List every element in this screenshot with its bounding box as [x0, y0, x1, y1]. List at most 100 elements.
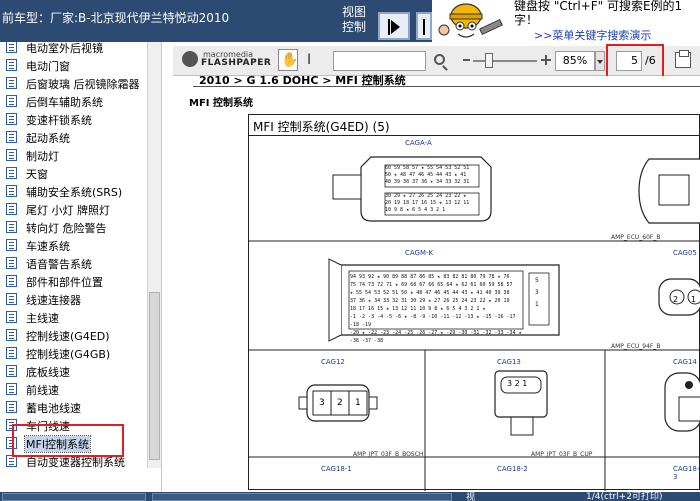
sidebar-item[interactable]: 变速杆锁系统 — [0, 110, 150, 128]
pin-number: 3 — [319, 398, 325, 408]
document-view: 2010 > G 1.6 DOHC > MFI 控制系统 MFI 控制系统 MF… — [173, 74, 700, 491]
sidebar-item[interactable]: 转向灯 危险警告 — [0, 218, 150, 236]
hint-text: 字！ — [514, 13, 539, 27]
document-icon — [6, 167, 17, 179]
document-icon — [6, 347, 17, 359]
hand-tool-icon[interactable] — [278, 49, 298, 71]
pin-grid: 60 59 58 57 ★ 55 54 53 52 51 50 ★ 48 47 … — [385, 165, 470, 185]
pin-number: 2 — [337, 398, 343, 408]
zoom-out-icon[interactable] — [463, 59, 470, 61]
search-input[interactable] — [333, 51, 426, 71]
sidebar-item[interactable]: 主线速 — [0, 308, 150, 326]
sidebar-item[interactable]: 底板线速 — [0, 362, 150, 380]
worker-mascot-icon — [432, 0, 512, 42]
next-page-button[interactable] — [378, 12, 410, 40]
sidebar-item-label: 控制线速(G4GB) — [26, 348, 111, 361]
sidebar-item-label: 蓄电池线速 — [26, 402, 81, 415]
document-icon — [6, 383, 17, 395]
document-icon — [6, 131, 17, 143]
scrollbar-thumb[interactable] — [149, 292, 160, 460]
connector-label: CAG18-1 — [321, 465, 352, 473]
text-select-icon[interactable]: I — [307, 52, 313, 68]
connector-label: CAG18-2 — [497, 465, 528, 473]
sidebar-item-label: 线速连接器 — [26, 294, 81, 307]
sidebar-item-label: 制动灯 — [26, 150, 59, 163]
sidebar-item[interactable]: 电动门窗 — [0, 56, 150, 74]
sidebar-item-label: 辅助安全系统(SRS) — [26, 186, 123, 199]
sidebar-item[interactable]: 制动灯 — [0, 146, 150, 164]
sidebar-item[interactable]: 尾灯 小灯 牌照灯 — [0, 200, 150, 218]
print-icon[interactable] — [675, 50, 691, 68]
section-heading: MFI 控制系统 — [189, 98, 253, 109]
sidebar-item-label: 天窗 — [26, 168, 48, 181]
logo-text: FLASHPAPER — [201, 58, 272, 68]
search-hint-box: 键盘按 "Ctrl+F" 可搜索E例的1 字！ >>菜单关键字搜索演示 — [512, 0, 700, 42]
sidebar-item-label: 控制线速(G4ED) — [26, 330, 110, 343]
highlight-box — [606, 44, 664, 79]
sidebar-item-label: 前线速 — [26, 384, 59, 397]
sidebar-item[interactable]: 辅助安全系统(SRS) — [0, 182, 150, 200]
document-icon — [6, 149, 17, 161]
divider — [249, 135, 700, 136]
part-label: AMP_JPT_03F_B_BOSCH — [353, 451, 424, 458]
sidebar-item-label: 部件和部件位置 — [26, 276, 103, 289]
sidebar-item[interactable]: 起动系统 — [0, 128, 150, 146]
pin-number: 1 — [691, 295, 697, 304]
last-page-button[interactable] — [416, 12, 432, 40]
highlight-box — [12, 424, 124, 457]
document-icon — [6, 401, 17, 413]
sidebar-item-label: 语音警告系统 — [26, 258, 92, 271]
search-icon[interactable] — [434, 54, 445, 65]
zoom-field[interactable]: 85% — [555, 51, 595, 71]
sidebar-item-label: 电动室外后视镜 — [26, 42, 103, 55]
chevron-down-icon[interactable] — [595, 51, 605, 71]
zoom-slider-thumb[interactable] — [485, 53, 493, 68]
sidebar-item[interactable]: 天窗 — [0, 164, 150, 182]
zoom-slider[interactable] — [473, 60, 537, 62]
sidebar-item[interactable]: 电动室外后视镜 — [0, 42, 150, 56]
connector-label: CAG13 — [497, 358, 521, 366]
view-mini-label: 视 — [466, 493, 476, 501]
sidebar-item[interactable]: 前线速 — [0, 380, 150, 398]
sidebar-item[interactable]: 语音警告系统 — [0, 254, 150, 272]
sidebar-item[interactable]: 部件和部件位置 — [0, 272, 150, 290]
document-icon — [6, 221, 17, 233]
status-segment — [2, 493, 146, 501]
wiring-diagram: MFI 控制系统(G4ED) (5) CAGA-A CAGM-K CAG05 C… — [248, 114, 700, 491]
document-icon — [6, 77, 17, 89]
connector-label: CAG05 — [673, 249, 697, 257]
document-icon — [6, 275, 17, 287]
sidebar-vertical-scrollbar[interactable] — [147, 42, 161, 468]
connector-label: CAG12 — [321, 358, 345, 366]
document-icon — [6, 113, 17, 125]
page-indicator: 1/4(ctrl+2可打印) — [586, 492, 663, 501]
zoom-in-icon[interactable] — [541, 55, 551, 65]
document-icon — [6, 59, 17, 71]
document-icon — [6, 185, 17, 197]
sidebar-item[interactable]: 后窗玻璃 后视镜除霜器 — [0, 74, 150, 92]
document-icon — [6, 311, 17, 323]
divider — [193, 86, 700, 87]
search-demo-link[interactable]: >>菜单关键字搜索演示 — [534, 27, 651, 43]
hint-text: 键盘按 "Ctrl+F" 可搜索E例的1 — [514, 0, 683, 13]
sidebar-item[interactable]: 控制线速(G4ED) — [0, 326, 150, 344]
status-segment — [152, 493, 452, 501]
sidebar-item-label: 转向灯 危险警告 — [26, 222, 107, 235]
sidebar-item-label: 主线速 — [26, 312, 59, 325]
sidebar-item[interactable]: 蓄电池线速 — [0, 398, 150, 416]
pin-number: 2 — [673, 295, 679, 304]
document-icon — [6, 203, 17, 215]
sidebar-item[interactable]: 线速连接器 — [0, 290, 150, 308]
sidebar-item[interactable]: 车速系统 — [0, 236, 150, 254]
sidebar-item-label: 车速系统 — [26, 240, 70, 253]
sidebar-item-label: 起动系统 — [26, 132, 70, 145]
sidebar-item[interactable]: 控制线速(G4GB) — [0, 344, 150, 362]
sidebar-item-label: 变速杆锁系统 — [26, 114, 92, 127]
document-icon — [6, 329, 17, 341]
sidebar-item[interactable]: 后倒车辅助系统 — [0, 92, 150, 110]
sidebar-item-label: 电动门窗 — [26, 60, 70, 73]
sidebar-item-label: 底板线速 — [26, 366, 70, 379]
title-bar: 前车型：厂家:B-北京现代伊兰特悦动2010 视图 控制 键盘按 "Ctrl+F… — [0, 0, 700, 42]
bar-icon — [388, 19, 390, 35]
document-icon — [6, 95, 17, 107]
